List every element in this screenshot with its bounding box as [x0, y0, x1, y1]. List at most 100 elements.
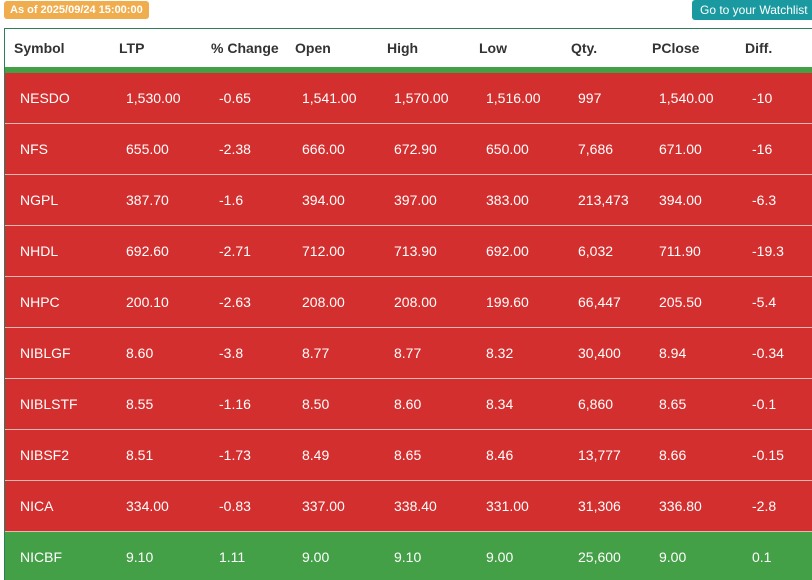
cell-qty: 6,860: [578, 396, 614, 412]
cell-qty: 213,473: [578, 192, 629, 208]
cell-open: 712.00: [302, 243, 345, 259]
cell-ltp: 9.10: [126, 549, 154, 565]
cell-diff: 0.1: [752, 549, 772, 565]
cell-diff: -10: [752, 90, 773, 106]
cell-ltp: 1,530.00: [126, 90, 181, 106]
cell-pclose: 205.50: [659, 294, 702, 310]
cell-pclose: 8.66: [659, 447, 687, 463]
cell-symbol[interactable]: NICBF: [20, 532, 62, 580]
cell-qty: 7,686: [578, 141, 614, 157]
cell-change: -3.8: [219, 345, 244, 361]
cell-open: 8.49: [302, 447, 330, 463]
market-table: Symbol LTP % Change Open High Low Qty. P…: [4, 28, 812, 580]
cell-symbol[interactable]: NIBLSTF: [20, 379, 78, 429]
cell-change: -1.16: [219, 396, 251, 412]
cell-pclose: 8.94: [659, 345, 687, 361]
cell-change: -1.73: [219, 447, 251, 463]
column-header-high[interactable]: High: [387, 29, 418, 67]
cell-high: 338.40: [394, 498, 437, 514]
cell-change: -2.71: [219, 243, 251, 259]
cell-low: 650.00: [486, 141, 529, 157]
cell-low: 199.60: [486, 294, 529, 310]
cell-qty: 997: [578, 90, 602, 106]
cell-high: 8.77: [394, 345, 422, 361]
cell-open: 337.00: [302, 498, 345, 514]
table-row[interactable]: NHDL 692.60 -2.71 712.00 713.90 692.00 6,032 71…: [5, 226, 812, 277]
cell-qty: 6,032: [578, 243, 614, 259]
cell-symbol[interactable]: NIBSF2: [20, 430, 69, 480]
cell-qty: 13,777: [578, 447, 621, 463]
table-row[interactable]: NHPC 200.10 -2.63 208.00 208.00 199.60 66,447 2…: [5, 277, 812, 328]
cell-open: 208.00: [302, 294, 345, 310]
cell-symbol[interactable]: NICA: [20, 481, 53, 531]
column-header-change[interactable]: % Change: [211, 29, 279, 67]
cell-pclose: 8.65: [659, 396, 687, 412]
column-header-low[interactable]: Low: [479, 29, 507, 67]
cell-symbol[interactable]: NHPC: [20, 277, 60, 327]
column-header-open[interactable]: Open: [295, 29, 331, 67]
cell-diff: -0.1: [752, 396, 777, 412]
cell-ltp: 8.51: [126, 447, 154, 463]
cell-change: -1.6: [219, 192, 244, 208]
cell-high: 8.60: [394, 396, 422, 412]
cell-diff: -0.15: [752, 447, 784, 463]
column-header-pclose[interactable]: PClose: [652, 29, 699, 67]
cell-pclose: 671.00: [659, 141, 702, 157]
cell-open: 1,541.00: [302, 90, 357, 106]
cell-low: 8.34: [486, 396, 514, 412]
cell-ltp: 334.00: [126, 498, 169, 514]
cell-change: -0.83: [219, 498, 251, 514]
table-row[interactable]: NIBLGF 8.60 -3.8 8.77 8.77 8.32 30,400 8.94 -0.3…: [5, 328, 812, 379]
as-of-timestamp-badge: As of 2025/09/24 15:00:00: [4, 1, 149, 19]
cell-change: -2.63: [219, 294, 251, 310]
cell-change: 1.11: [219, 549, 246, 565]
column-header-diff[interactable]: Diff.: [745, 29, 772, 67]
cell-high: 8.65: [394, 447, 422, 463]
cell-qty: 25,600: [578, 549, 621, 565]
cell-symbol[interactable]: NFS: [20, 124, 48, 174]
table-row[interactable]: NGPL 387.70 -1.6 394.00 397.00 383.00 213,473 3…: [5, 175, 812, 226]
column-header-symbol[interactable]: Symbol: [14, 29, 65, 67]
cell-low: 8.32: [486, 345, 514, 361]
table-row[interactable]: NESDO 1,530.00 -0.65 1,541.00 1,570.00 1,516.…: [5, 73, 812, 124]
cell-symbol[interactable]: NIBLGF: [20, 328, 71, 378]
cell-symbol[interactable]: NGPL: [20, 175, 58, 225]
cell-low: 1,516.00: [486, 90, 541, 106]
cell-ltp: 8.60: [126, 345, 154, 361]
table-row[interactable]: NIBLSTF 8.55 -1.16 8.50 8.60 8.34 6,860 8.65 -0.…: [5, 379, 812, 430]
cell-low: 9.00: [486, 549, 514, 565]
cell-high: 208.00: [394, 294, 437, 310]
cell-symbol[interactable]: NESDO: [20, 73, 70, 123]
table-row[interactable]: NICBF 9.10 1.11 9.00 9.10 9.00 25,600 9.00 0.1: [5, 532, 812, 580]
cell-change: -2.38: [219, 141, 251, 157]
cell-pclose: 9.00: [659, 549, 687, 565]
cell-ltp: 692.60: [126, 243, 169, 259]
cell-high: 1,570.00: [394, 90, 449, 106]
table-row[interactable]: NICA 334.00 -0.83 337.00 338.40 331.00 31,306 3…: [5, 481, 812, 532]
cell-diff: -6.3: [752, 192, 777, 208]
cell-open: 8.77: [302, 345, 330, 361]
cell-symbol[interactable]: NHDL: [20, 226, 58, 276]
cell-ltp: 655.00: [126, 141, 169, 157]
column-header-qty[interactable]: Qty.: [571, 29, 597, 67]
cell-high: 672.90: [394, 141, 437, 157]
cell-diff: -16: [752, 141, 773, 157]
cell-diff: -2.8: [752, 498, 777, 514]
cell-diff: -0.34: [752, 345, 784, 361]
cell-qty: 30,400: [578, 345, 621, 361]
cell-pclose: 336.80: [659, 498, 702, 514]
column-header-ltp[interactable]: LTP: [119, 29, 144, 67]
cell-pclose: 394.00: [659, 192, 702, 208]
cell-low: 383.00: [486, 192, 529, 208]
table-row[interactable]: NIBSF2 8.51 -1.73 8.49 8.65 8.46 13,777 8.66 -0.…: [5, 430, 812, 481]
table-header-row: Symbol LTP % Change Open High Low Qty. P…: [5, 29, 812, 67]
cell-low: 331.00: [486, 498, 529, 514]
cell-diff: -19.3: [752, 243, 784, 259]
table-row[interactable]: NFS 655.00 -2.38 666.00 672.90 650.00 7,686 671…: [5, 124, 812, 175]
cell-open: 8.50: [302, 396, 330, 412]
go-to-watchlist-button[interactable]: Go to your Watchlist: [692, 0, 812, 20]
cell-pclose: 1,540.00: [659, 90, 714, 106]
cell-high: 713.90: [394, 243, 437, 259]
cell-low: 8.46: [486, 447, 514, 463]
cell-open: 9.00: [302, 549, 330, 565]
